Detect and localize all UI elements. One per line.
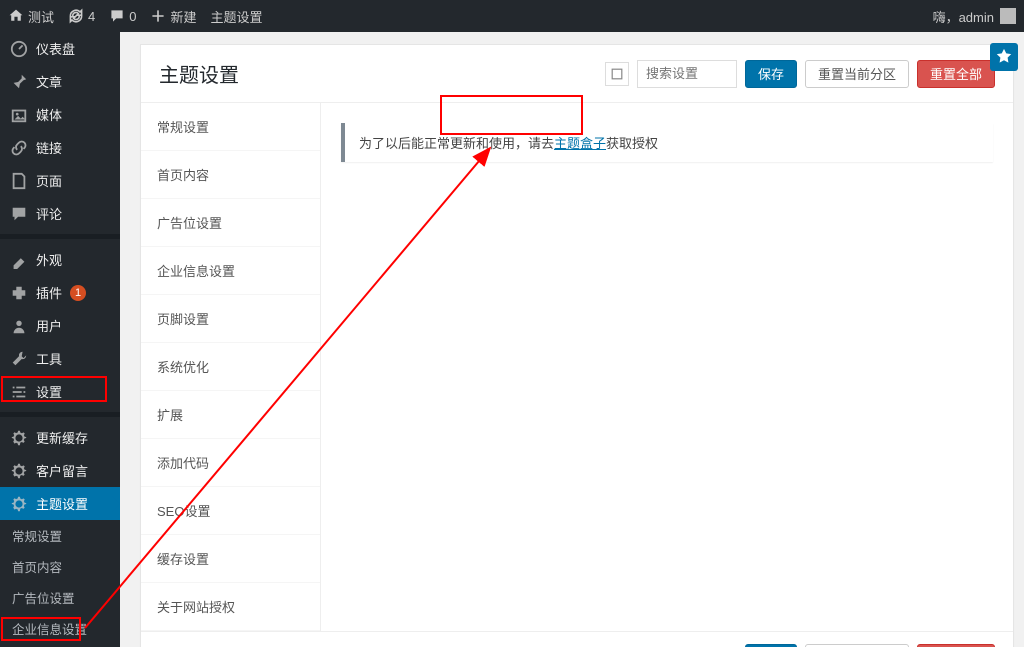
sidebar-item-label: 外观 xyxy=(36,250,62,269)
sidebar-item-6[interactable]: 外观 xyxy=(0,243,120,276)
sidebar-item-label: 主题设置 xyxy=(36,494,88,513)
sidebar-item-label: 工具 xyxy=(36,349,62,368)
sidebar-item-label: 更新缓存 xyxy=(36,428,88,447)
sidebar-item-5[interactable]: 评论 xyxy=(0,197,120,230)
sidebar-subitem-2[interactable]: 广告位设置 xyxy=(0,582,120,613)
adminbar-right[interactable]: 嗨，admin xyxy=(933,7,1016,26)
notice-text-suffix: 获取授权 xyxy=(606,136,658,151)
sidebar-item-0[interactable]: 仪表盘 xyxy=(0,32,120,65)
expand-icon[interactable] xyxy=(605,62,629,86)
sidebar-item-label: 链接 xyxy=(36,138,62,157)
vertical-tab-8[interactable]: SEO设置 xyxy=(141,487,320,535)
sidebar-item-13[interactable]: 主题设置 xyxy=(0,487,120,520)
vertical-tab-0[interactable]: 常规设置 xyxy=(141,103,320,151)
vertical-tab-5[interactable]: 系统优化 xyxy=(141,343,320,391)
reset-section-button-top[interactable]: 重置当前分区 xyxy=(805,60,909,88)
plus-icon xyxy=(150,8,166,24)
vertical-tab-6[interactable]: 扩展 xyxy=(141,391,320,439)
save-button-top[interactable]: 保存 xyxy=(745,60,797,88)
sidebar-item-9[interactable]: 工具 xyxy=(0,342,120,375)
vertical-tab-1[interactable]: 首页内容 xyxy=(141,151,320,199)
sidebar-subitem-1[interactable]: 首页内容 xyxy=(0,551,120,582)
sidebar-item-label: 媒体 xyxy=(36,105,62,124)
adminbar-greeting: 嗨，admin xyxy=(933,7,994,26)
sidebar-item-11[interactable]: 更新缓存 xyxy=(0,421,120,454)
settings-icon xyxy=(10,383,28,401)
gear-icon xyxy=(10,495,28,513)
sidebar-item-label: 页面 xyxy=(36,171,62,190)
appearance-icon xyxy=(10,251,28,269)
sidebar-item-10[interactable]: 设置 xyxy=(0,375,120,408)
updates-icon xyxy=(68,8,84,24)
dashboard-icon xyxy=(10,40,28,58)
vertical-tab-3[interactable]: 企业信息设置 xyxy=(141,247,320,295)
avatar-icon xyxy=(1000,8,1016,24)
adminbar-theme-settings[interactable]: 主题设置 xyxy=(211,7,263,26)
tab-pane: 为了以后能正常更新和使用，请去主题盒子获取授权 xyxy=(321,103,1013,631)
links-icon xyxy=(10,139,28,157)
vertical-tab-7[interactable]: 添加代码 xyxy=(141,439,320,487)
pin-icon xyxy=(10,73,28,91)
notice-link[interactable]: 主题盒子 xyxy=(554,136,606,151)
adminbar-comments-count: 0 xyxy=(129,9,136,24)
adminbar-comments[interactable]: 0 xyxy=(109,8,136,24)
sidebar-item-label: 客户留言 xyxy=(36,461,88,480)
adminbar-left: 测试 4 0 新建 主题设置 xyxy=(8,7,263,26)
search-input[interactable] xyxy=(637,60,737,88)
gear-icon xyxy=(10,462,28,480)
feature-badge[interactable] xyxy=(990,43,1018,71)
comments-icon xyxy=(10,205,28,223)
menu-separator xyxy=(0,234,120,239)
panel-header: 主题设置 保存 重置当前分区 重置全部 xyxy=(141,45,1013,103)
sidebar-subitem-0[interactable]: 常规设置 xyxy=(0,520,120,551)
vertical-tabs: 常规设置首页内容广告位设置企业信息设置页脚设置系统优化扩展添加代码SEO设置缓存… xyxy=(141,103,321,631)
panel-footer-actions: 保存 重置当前分区 重置全部 xyxy=(141,631,1013,647)
notice-text-prefix: 为了以后能正常更新和使用，请去 xyxy=(359,136,554,151)
sidebar-item-label: 评论 xyxy=(36,204,62,223)
home-icon xyxy=(8,8,24,24)
panel-header-actions: 保存 重置当前分区 重置全部 xyxy=(605,60,995,88)
vertical-tab-4[interactable]: 页脚设置 xyxy=(141,295,320,343)
sidebar-item-label: 文章 xyxy=(36,72,62,91)
gear-icon xyxy=(10,429,28,447)
tools-icon xyxy=(10,350,28,368)
sidebar-item-label: 设置 xyxy=(36,382,62,401)
vertical-tab-10[interactable]: 关于网站授权 xyxy=(141,583,320,631)
content-wrap: 主题设置 保存 重置当前分区 重置全部 常规设置首页内容广告位设置企业信息设置页… xyxy=(120,32,1024,647)
adminbar-new-label: 新建 xyxy=(170,7,196,26)
adminbar-updates-count: 4 xyxy=(88,9,95,24)
comment-icon xyxy=(109,8,125,24)
sidebar-item-3[interactable]: 链接 xyxy=(0,131,120,164)
sidebar-item-8[interactable]: 用户 xyxy=(0,309,120,342)
sidebar-item-label: 用户 xyxy=(36,316,62,335)
panel-title: 主题设置 xyxy=(159,59,239,88)
settings-panel: 主题设置 保存 重置当前分区 重置全部 常规设置首页内容广告位设置企业信息设置页… xyxy=(140,44,1014,647)
auth-notice: 为了以后能正常更新和使用，请去主题盒子获取授权 xyxy=(341,123,993,162)
sidebar-subitem-3[interactable]: 企业信息设置 xyxy=(0,613,120,644)
admin-sidebar: 仪表盘文章媒体链接页面评论外观插件 1 用户工具设置更新缓存客户留言主题设置 常规设… xyxy=(0,32,120,647)
users-icon xyxy=(10,317,28,335)
adminbar-new[interactable]: 新建 xyxy=(150,7,196,26)
plugins-icon xyxy=(10,284,28,302)
adminbar-theme-settings-label: 主题设置 xyxy=(211,7,263,26)
adminbar: 测试 4 0 新建 主题设置 嗨，admin xyxy=(0,0,1024,32)
sidebar-item-7[interactable]: 插件 1 xyxy=(0,276,120,309)
adminbar-site-name: 测试 xyxy=(28,7,54,26)
sidebar-item-label: 仪表盘 xyxy=(36,39,75,58)
panel-body: 常规设置首页内容广告位设置企业信息设置页脚设置系统优化扩展添加代码SEO设置缓存… xyxy=(141,103,1013,631)
adminbar-site[interactable]: 测试 xyxy=(8,7,54,26)
sidebar-item-label: 插件 xyxy=(36,283,62,302)
page-icon xyxy=(10,172,28,190)
sidebar-item-4[interactable]: 页面 xyxy=(0,164,120,197)
menu-separator xyxy=(0,412,120,417)
sidebar-badge: 1 xyxy=(70,285,86,301)
sidebar-item-1[interactable]: 文章 xyxy=(0,65,120,98)
vertical-tab-9[interactable]: 缓存设置 xyxy=(141,535,320,583)
sidebar-item-12[interactable]: 客户留言 xyxy=(0,454,120,487)
media-icon xyxy=(10,106,28,124)
vertical-tab-2[interactable]: 广告位设置 xyxy=(141,199,320,247)
adminbar-updates[interactable]: 4 xyxy=(68,8,95,24)
reset-all-button-top[interactable]: 重置全部 xyxy=(917,60,995,88)
sidebar-item-2[interactable]: 媒体 xyxy=(0,98,120,131)
